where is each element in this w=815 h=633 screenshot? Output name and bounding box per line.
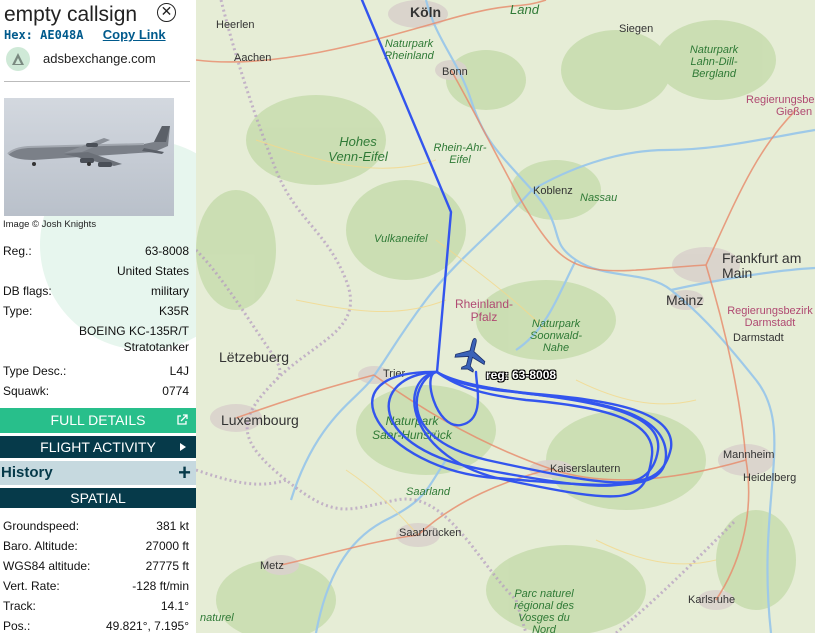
full-details-label: FULL DETAILS bbox=[50, 412, 146, 428]
detail-value: Stratotanker bbox=[123, 340, 189, 354]
spatial-key: Track: bbox=[3, 599, 36, 613]
flight-activity-button[interactable]: FLIGHT ACTIVITY bbox=[0, 436, 196, 458]
site-name: adsbexchange.com bbox=[43, 51, 156, 66]
hex-label: Hex: bbox=[4, 28, 33, 42]
map-view[interactable]: Heerlen Köln Siegen Aachen Bonn Koblenz … bbox=[196, 0, 815, 633]
callsign-title: empty callsign bbox=[4, 3, 138, 26]
detail-value: BOEING KC-135R/T bbox=[78, 324, 189, 338]
divider bbox=[4, 81, 190, 82]
detail-key: Type Desc.: bbox=[3, 364, 67, 378]
adsbexchange-logo-icon bbox=[6, 47, 30, 71]
spatial-section-header[interactable]: SPATIAL bbox=[0, 488, 196, 508]
title-row: empty callsign ✕ bbox=[4, 2, 194, 28]
aircraft-photo[interactable] bbox=[4, 98, 174, 216]
spatial-key: Pos.: bbox=[3, 619, 31, 633]
spatial-value: 49.821°, 7.195° bbox=[106, 619, 189, 633]
detail-key: Reg.: bbox=[3, 244, 32, 258]
detail-value: 0774 bbox=[162, 384, 189, 398]
aircraft-map-label[interactable]: reg: 63-8008 bbox=[486, 368, 556, 382]
triangle-right-icon bbox=[180, 443, 186, 451]
detail-key: DB flags: bbox=[3, 284, 52, 298]
plus-icon: + bbox=[178, 460, 191, 485]
close-icon[interactable]: ✕ bbox=[157, 3, 176, 22]
detail-key: Squawk: bbox=[3, 384, 50, 398]
detail-value: United States bbox=[116, 264, 189, 278]
aircraft-info-panel: empty callsign ✕ Hex: AE048A Copy Link a… bbox=[0, 0, 196, 633]
site-link[interactable]: adsbexchange.com bbox=[6, 47, 192, 73]
flight-activity-label: FLIGHT ACTIVITY bbox=[40, 439, 156, 455]
image-credit: Image © Josh Knights bbox=[3, 219, 97, 230]
hex-value: AE048A bbox=[40, 28, 84, 42]
spatial-value: 27775 ft bbox=[145, 559, 189, 573]
history-label: History bbox=[1, 464, 53, 481]
spatial-key: Baro. Altitude: bbox=[3, 539, 78, 553]
spatial-key: Groundspeed: bbox=[3, 519, 80, 533]
detail-value: L4J bbox=[169, 364, 189, 378]
spatial-key: WGS84 altitude: bbox=[3, 559, 91, 573]
spatial-value: 14.1° bbox=[160, 599, 189, 613]
spatial-label: SPATIAL bbox=[70, 490, 126, 506]
detail-value: military bbox=[151, 284, 189, 298]
aircraft-marker-icon[interactable] bbox=[454, 337, 488, 373]
detail-value: 63-8008 bbox=[144, 244, 189, 258]
spatial-key: Vert. Rate: bbox=[3, 579, 60, 593]
hex-row: Hex: AE048A Copy Link bbox=[4, 27, 166, 42]
spatial-value: 27000 ft bbox=[145, 539, 189, 553]
spatial-value: 381 kt bbox=[156, 519, 189, 533]
copy-link-button[interactable]: Copy Link bbox=[103, 27, 166, 42]
spatial-value: -128 ft/min bbox=[132, 579, 189, 593]
detail-value: K35R bbox=[158, 304, 189, 318]
detail-key: Type: bbox=[3, 304, 33, 318]
full-details-button[interactable]: FULL DETAILS bbox=[0, 408, 196, 433]
external-link-icon bbox=[177, 414, 188, 425]
history-toggle[interactable]: History + bbox=[0, 461, 196, 485]
flight-track bbox=[360, 0, 673, 498]
